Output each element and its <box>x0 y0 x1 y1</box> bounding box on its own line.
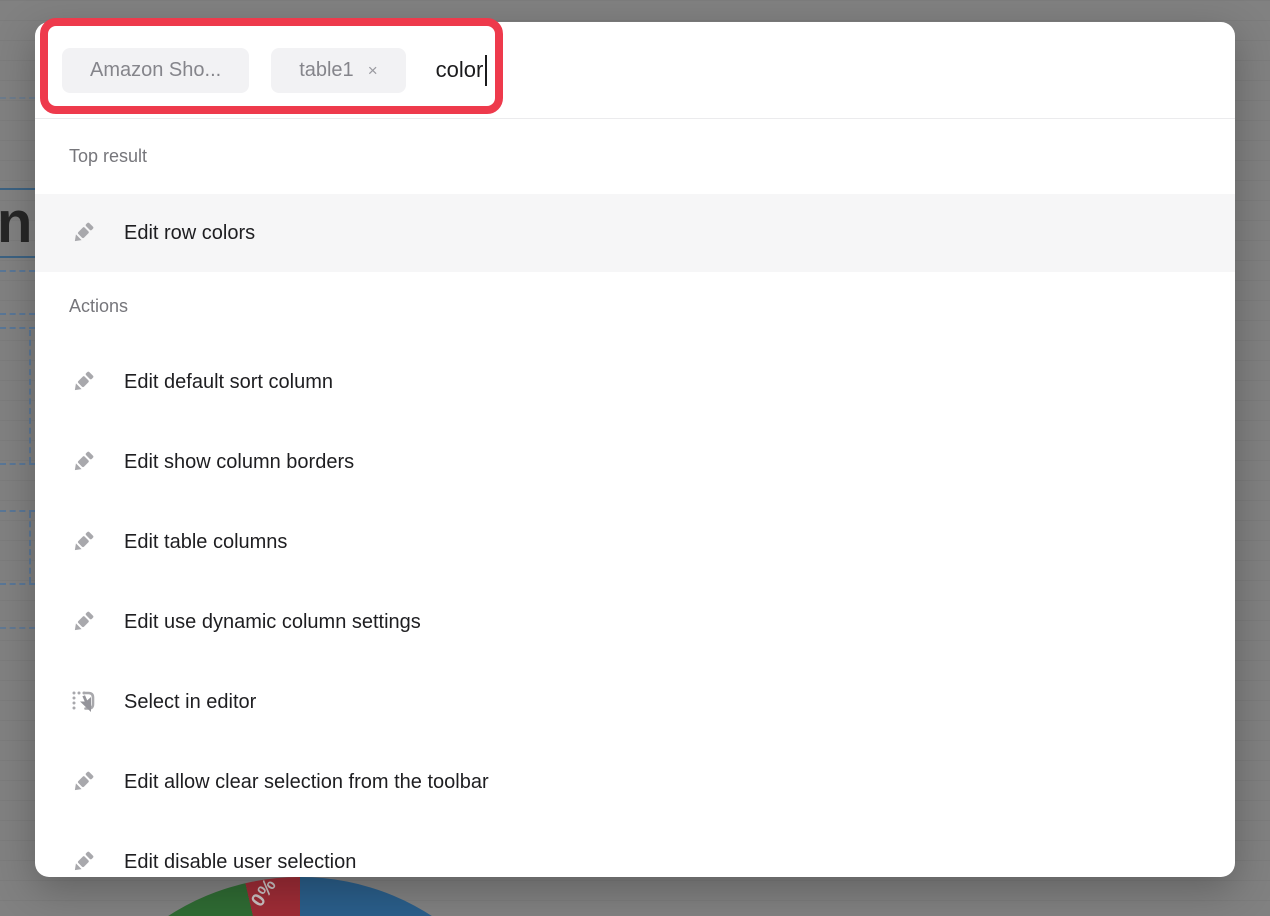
search-query-text: color <box>436 57 484 83</box>
command-palette-search-bar[interactable]: Amazon Sho... table1 × color <box>35 22 1235 119</box>
component-selection-border <box>0 188 35 190</box>
canvas-guide-line <box>29 512 31 583</box>
menu-item-edit-table-columns[interactable]: Edit table columns <box>35 502 1235 582</box>
canvas-guide-line <box>0 327 35 329</box>
search-token-table1[interactable]: table1 × <box>271 48 405 93</box>
menu-item-edit-allow-clear-selection-from-the-toolbar[interactable]: Edit allow clear selection from the tool… <box>35 742 1235 822</box>
canvas-guide-line <box>0 270 35 272</box>
section-header-actions: Actions <box>35 272 1235 342</box>
token-label: Amazon Sho... <box>90 59 221 82</box>
pencil-icon <box>68 527 98 557</box>
menu-item-edit-disable-user-selection[interactable]: Edit disable user selection <box>35 822 1235 877</box>
select-in-editor-icon <box>68 687 98 717</box>
canvas-guide-line <box>29 330 31 463</box>
menu-item-label: Edit row colors <box>124 222 255 245</box>
menu-item-label: Edit allow clear selection from the tool… <box>124 771 489 794</box>
search-query-wrap[interactable]: color <box>436 55 488 86</box>
pencil-icon <box>68 367 98 397</box>
pencil-icon <box>68 218 98 248</box>
pencil-icon <box>68 767 98 797</box>
menu-item-label: Edit use dynamic column settings <box>124 611 421 634</box>
token-close-icon[interactable]: × <box>368 62 378 79</box>
section-header-top-result: Top result <box>35 119 1235 194</box>
menu-item-edit-use-dynamic-column-settings[interactable]: Edit use dynamic column settings <box>35 582 1235 662</box>
menu-item-label: Edit default sort column <box>124 371 333 394</box>
menu-item-edit-show-column-borders[interactable]: Edit show column borders <box>35 422 1235 502</box>
menu-item-label: Edit show column borders <box>124 451 354 474</box>
menu-item-select-in-editor[interactable]: Select in editor <box>35 662 1235 742</box>
menu-item-label: Edit disable user selection <box>124 851 356 874</box>
pencil-icon <box>68 607 98 637</box>
menu-item-label: Select in editor <box>124 691 256 714</box>
pencil-icon <box>68 847 98 877</box>
menu-item-edit-row-colors[interactable]: Edit row colors <box>35 194 1235 272</box>
canvas-guide-line <box>0 97 35 99</box>
canvas-guide-line <box>0 583 35 585</box>
command-palette-panel: Amazon Sho... table1 × color Top result Ed… <box>35 22 1235 877</box>
text-cursor <box>485 55 487 86</box>
canvas-guide-line <box>0 313 35 315</box>
pencil-icon <box>68 447 98 477</box>
component-selection-border <box>0 256 35 258</box>
canvas-guide-line <box>0 463 35 465</box>
token-label: table1 <box>299 59 354 82</box>
menu-item-edit-default-sort-column[interactable]: Edit default sort column <box>35 342 1235 422</box>
menu-item-label: Edit table columns <box>124 531 287 554</box>
background-partial-heading: n <box>0 189 31 256</box>
search-token-amazon-sho-[interactable]: Amazon Sho... <box>62 48 249 93</box>
command-palette-results: Top result Edit row colors Actions Edit d… <box>35 119 1235 877</box>
canvas-guide-line <box>0 627 35 629</box>
